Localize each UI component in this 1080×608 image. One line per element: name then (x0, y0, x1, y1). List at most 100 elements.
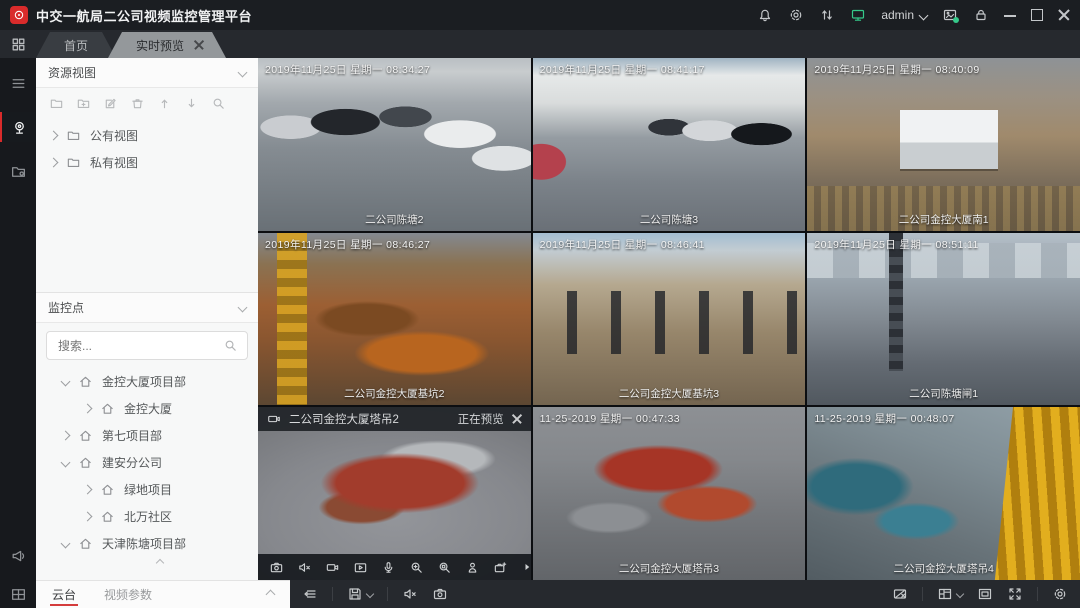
close-all-icon[interactable] (892, 586, 908, 602)
tab-live-label: 实时预览 (136, 37, 184, 54)
tree-item-site[interactable]: 绿地项目 (62, 476, 258, 503)
timestamp-overlay: 2019年11月25日 星期一 08:40:09 (814, 62, 979, 77)
folder-add-icon[interactable] (76, 96, 91, 111)
tree-item-label: 金控大厦项目部 (102, 373, 186, 390)
move-up-icon[interactable] (157, 96, 172, 111)
chevron-down-icon (919, 10, 929, 20)
folder-icon (66, 128, 81, 143)
tree-item-site[interactable]: 建安分公司 (62, 449, 258, 476)
tree-item-label: 建安分公司 (102, 454, 162, 471)
resource-view-header[interactable]: 资源视图 (36, 58, 258, 88)
tab-home-label: 首页 (64, 37, 88, 54)
close-video-icon[interactable] (512, 414, 522, 424)
tab-ptz[interactable]: 云台 (52, 581, 76, 608)
goto-icon[interactable] (465, 560, 480, 575)
camera-caption: 二公司陈塘3 (533, 212, 806, 227)
grid-toolbar (290, 580, 1080, 608)
strip-item-menu[interactable] (0, 68, 36, 98)
zoom-3d-icon[interactable] (437, 560, 452, 575)
user-menu[interactable]: admin (881, 8, 927, 22)
move-down-icon[interactable] (184, 96, 199, 111)
tree-item-site[interactable]: 金控大厦 (62, 395, 258, 422)
screenshot-status-icon[interactable] (942, 7, 958, 23)
search-icon[interactable] (223, 338, 238, 353)
scroll-up-caret-icon[interactable] (62, 557, 258, 569)
single-screen-icon[interactable] (977, 586, 993, 602)
strip-item-resource-manage[interactable] (0, 156, 36, 186)
bell-icon[interactable] (757, 7, 773, 23)
stream-icon[interactable] (302, 586, 318, 602)
divider (332, 587, 333, 601)
camera-caption: 二公司金控大厦塔吊3 (533, 561, 806, 576)
video-cell-7-selected[interactable]: 二公司金控大厦塔吊2 正在预览 (258, 407, 531, 580)
home-icon (100, 482, 115, 497)
record-icon[interactable] (325, 560, 340, 575)
monitor-tree: 金控大厦项目部 金控大厦 第七项目部 建安分公司 (36, 364, 258, 580)
video-cell-5[interactable]: 2019年11月25日 星期一 08:46:41 二公司金控大厦基坑3 (533, 233, 806, 406)
chevron-down-icon (956, 590, 964, 598)
collapse-panel-icon[interactable] (266, 590, 276, 600)
tree-item-public-views[interactable]: 公有视图 (50, 122, 258, 149)
video-toolbar (258, 554, 531, 580)
resource-panel: 资源视图 公有视图 私有视图 监控点 (36, 58, 258, 580)
gear-icon[interactable] (1052, 586, 1068, 602)
tree-item-private-views[interactable]: 私有视图 (50, 149, 258, 176)
strip-item-live-preview[interactable] (0, 112, 38, 142)
search-input[interactable] (56, 338, 217, 354)
video-cell-4[interactable]: 2019年11月25日 星期一 08:46:27 二公司金控大厦基坑2 (258, 233, 531, 406)
tree-item-site[interactable]: 金控大厦项目部 (62, 368, 258, 395)
video-cell-8[interactable]: 11-25-2019 星期一 00:47:33 二公司金控大厦塔吊3 (533, 407, 806, 580)
capture-plus-icon[interactable] (493, 560, 508, 575)
divider (387, 587, 388, 601)
monitor-points-header[interactable]: 监控点 (36, 293, 258, 323)
apps-grid-icon[interactable] (0, 30, 36, 58)
mute-icon[interactable] (297, 560, 312, 575)
save-menu[interactable] (347, 586, 373, 602)
camera-caption: 二公司金控大厦南1 (807, 212, 1080, 227)
monitor-status-icon[interactable] (850, 7, 866, 23)
home-icon (100, 401, 115, 416)
resource-tree: 公有视图 私有视图 (36, 118, 258, 292)
chevron-right-icon (49, 131, 59, 141)
timestamp-overlay: 11-25-2019 星期一 00:48:07 (814, 411, 954, 426)
lock-icon[interactable] (973, 7, 989, 23)
delete-icon[interactable] (130, 96, 145, 111)
resource-toolbar (36, 88, 258, 118)
online-status-dot (953, 17, 959, 23)
tree-item-site[interactable]: 北万社区 (62, 503, 258, 530)
snapshot-icon[interactable] (432, 586, 448, 602)
close-button[interactable] (1058, 9, 1070, 21)
video-cell-6[interactable]: 2019年11月25日 星期一 08:51:11 二公司陈塘闸1 (807, 233, 1080, 406)
app-title: 中交一航局二公司视频监控管理平台 (36, 6, 252, 25)
tab-video-params[interactable]: 视频参数 (104, 581, 152, 608)
search-icon[interactable] (211, 96, 226, 111)
tab-home[interactable]: 首页 (36, 32, 116, 58)
tab-live-preview[interactable]: 实时预览 (108, 32, 226, 58)
minimize-button[interactable] (1004, 9, 1016, 21)
video-cell-3[interactable]: 2019年11月25日 星期一 08:40:09 二公司金控大厦南1 (807, 58, 1080, 231)
edit-icon[interactable] (103, 96, 118, 111)
sort-arrows-icon[interactable] (819, 7, 835, 23)
gear-icon[interactable] (788, 7, 804, 23)
strip-item-announce[interactable] (0, 540, 36, 570)
timestamp-overlay: 11-25-2019 星期一 00:47:33 (540, 411, 680, 426)
video-cell-1[interactable]: 2019年11月25日 星期一 08:34:27 二公司陈塘2 (258, 58, 531, 231)
zoom-in-icon[interactable] (409, 560, 424, 575)
video-cell-9[interactable]: 11-25-2019 星期一 00:48:07 二公司金控大厦塔吊4 (807, 407, 1080, 580)
snapshot-icon[interactable] (269, 560, 284, 575)
tree-item-site[interactable]: 天津陈塘项目部 (62, 530, 258, 557)
fullscreen-icon[interactable] (1007, 586, 1023, 602)
mute-icon[interactable] (402, 586, 418, 602)
maximize-button[interactable] (1031, 9, 1043, 21)
layout-select-menu[interactable] (937, 586, 963, 602)
camera-title: 二公司金控大厦塔吊2 (289, 411, 399, 427)
video-cell-2[interactable]: 2019年11月25日 星期一 08:41:17 二公司陈塘3 (533, 58, 806, 231)
layout-grid-icon[interactable] (0, 580, 36, 608)
tab-close-icon[interactable] (194, 40, 204, 50)
preview-status: 正在预览 (458, 411, 504, 427)
tree-item-site[interactable]: 第七项目部 (62, 422, 258, 449)
playback-icon[interactable] (353, 560, 368, 575)
mic-icon[interactable] (381, 560, 396, 575)
more-icon[interactable] (521, 561, 531, 573)
folder-icon[interactable] (49, 96, 64, 111)
